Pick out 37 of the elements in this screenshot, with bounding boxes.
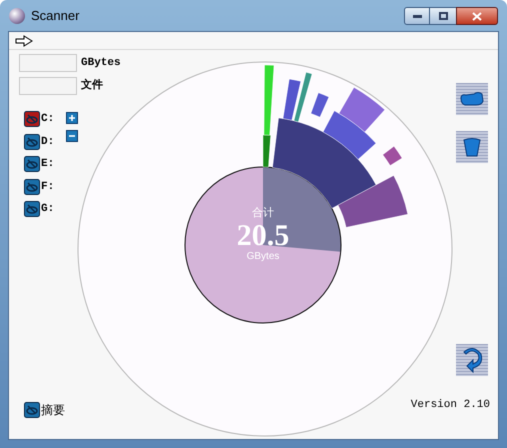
delete-button[interactable] bbox=[456, 131, 488, 163]
drive-button[interactable]: C: bbox=[24, 111, 54, 128]
plus-icon bbox=[68, 114, 76, 122]
drive-icon bbox=[24, 156, 40, 172]
drive-icon bbox=[24, 402, 40, 418]
drive-icon bbox=[24, 134, 40, 150]
refresh-icon bbox=[461, 347, 483, 373]
zoom-in-button[interactable] bbox=[66, 112, 78, 124]
field-label: 文件 bbox=[81, 78, 103, 94]
minus-icon bbox=[68, 132, 76, 140]
refresh-button[interactable] bbox=[456, 344, 488, 376]
folder-icon bbox=[460, 91, 484, 107]
value-field[interactable] bbox=[19, 77, 77, 95]
summary-button[interactable]: 摘要 bbox=[24, 401, 65, 419]
field-label: GBytes bbox=[81, 56, 121, 71]
bin-icon bbox=[463, 137, 481, 157]
window-title: Scanner bbox=[31, 7, 80, 26]
maximize-button[interactable] bbox=[430, 7, 456, 25]
chart-segment bbox=[382, 146, 402, 166]
drive-icon bbox=[24, 201, 40, 218]
version-label: Version 2.10 bbox=[410, 398, 490, 412]
drive-icon bbox=[24, 111, 40, 128]
zoom-out-button[interactable] bbox=[66, 130, 78, 142]
drive-button[interactable]: F: bbox=[24, 178, 54, 195]
total-unit: GBytes bbox=[246, 252, 280, 262]
open-button[interactable] bbox=[456, 83, 488, 115]
value-field[interactable] bbox=[19, 54, 77, 72]
drive-icon bbox=[24, 178, 40, 195]
minimize-button[interactable] bbox=[404, 7, 430, 25]
app-icon bbox=[9, 8, 25, 24]
drive-button[interactable]: G: bbox=[24, 201, 54, 218]
drive-button[interactable]: E: bbox=[24, 156, 54, 172]
drive-button[interactable]: D: bbox=[24, 134, 54, 150]
arrow-icon[interactable] bbox=[15, 34, 33, 46]
total-caption: 合计 bbox=[252, 208, 274, 219]
close-icon bbox=[472, 12, 482, 20]
close-button[interactable] bbox=[456, 7, 498, 25]
